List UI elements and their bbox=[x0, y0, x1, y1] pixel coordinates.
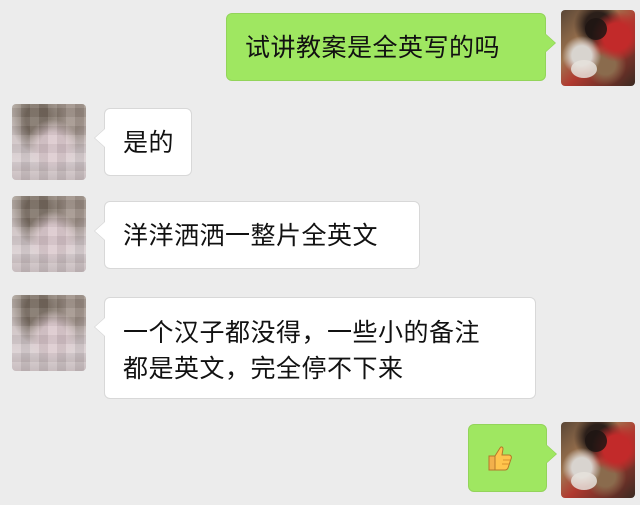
contact-avatar[interactable] bbox=[12, 196, 86, 272]
contact-avatar[interactable] bbox=[12, 104, 86, 180]
message-bubble-outgoing[interactable]: 试讲教案是全英写的吗 bbox=[226, 13, 546, 81]
message-bubble-incoming[interactable]: 一个汉子都没得，一些小的备注 都是英文，完全停不下来 bbox=[104, 297, 536, 399]
my-avatar[interactable] bbox=[561, 422, 635, 498]
chat-view: 试讲教案是全英写的吗 是的 洋洋洒洒一整片全英文 一个汉子都没得，一些小的备注 … bbox=[0, 0, 640, 505]
my-avatar[interactable] bbox=[561, 10, 635, 86]
message-text-line: 都是英文，完全停不下来 bbox=[123, 354, 404, 383]
thumbs-up-icon bbox=[488, 446, 512, 471]
message-text-line: 一个汉子都没得，一些小的备注 bbox=[123, 318, 481, 347]
message-bubble-incoming[interactable]: 洋洋洒洒一整片全英文 bbox=[104, 201, 420, 269]
message-text: 试讲教案是全英写的吗 bbox=[245, 33, 501, 62]
contact-avatar[interactable] bbox=[12, 295, 86, 371]
message-bubble-outgoing-emoji[interactable] bbox=[468, 424, 547, 492]
message-text: 洋洋洒洒一整片全英文 bbox=[123, 221, 379, 250]
message-bubble-incoming[interactable]: 是的 bbox=[104, 108, 192, 176]
message-text: 是的 bbox=[123, 128, 175, 157]
